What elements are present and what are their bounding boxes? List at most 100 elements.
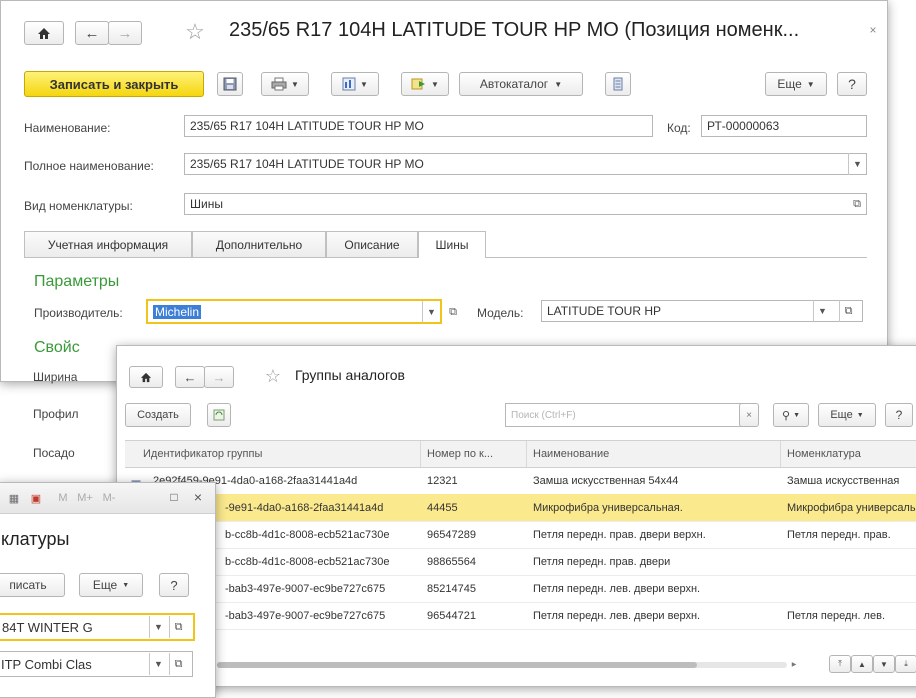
full-name-label: Полное наименование: bbox=[24, 159, 154, 173]
create-based-on-button[interactable]: ▼ bbox=[401, 72, 449, 96]
star-icon[interactable]: ☆ bbox=[263, 364, 283, 388]
help-button[interactable]: ? bbox=[885, 403, 913, 427]
maximize-icon[interactable]: □ bbox=[167, 490, 181, 504]
tab-tires[interactable]: Шины bbox=[418, 231, 486, 258]
print-button[interactable]: ▼ bbox=[261, 72, 309, 96]
chevron-down-icon: ▼ bbox=[806, 79, 815, 89]
params-title: Параметры bbox=[34, 273, 120, 290]
star-icon[interactable]: ☆ bbox=[183, 19, 207, 45]
producer-open-button[interactable]: ⧉ bbox=[444, 301, 462, 323]
calculator-icon[interactable]: ▦ bbox=[7, 491, 21, 505]
chevron-down-icon: ▼ bbox=[427, 307, 436, 317]
more-button[interactable]: Еще ▼ bbox=[818, 403, 876, 427]
table-row[interactable]: b-cc8b-4d1c-8008-ecb521ac730e 98865564 П… bbox=[125, 548, 916, 576]
search-button[interactable]: ⚲ ▼ bbox=[773, 403, 809, 427]
list-button[interactable] bbox=[605, 72, 631, 96]
scroll-right-icon[interactable]: ▶ bbox=[789, 658, 799, 670]
create-button[interactable]: Создать bbox=[125, 403, 191, 427]
forward-button[interactable]: → bbox=[204, 366, 234, 388]
chevron-down-icon: ▼ bbox=[122, 581, 130, 589]
cell-number: 12321 bbox=[427, 474, 458, 487]
scroll-first-button[interactable]: ⤒ bbox=[829, 655, 851, 673]
main-window: ← → ☆ 235/65 R17 104H LATITUDE TOUR HP M… bbox=[0, 0, 888, 382]
col-group-id[interactable]: Идентификатор группы bbox=[125, 441, 421, 467]
name-field[interactable]: 235/65 R17 104H LATITUDE TOUR HP MO bbox=[184, 115, 653, 137]
close-icon[interactable]: × bbox=[191, 489, 205, 505]
col-name[interactable]: Наименование bbox=[527, 441, 781, 467]
search-input[interactable]: Поиск (Ctrl+F) bbox=[505, 403, 751, 427]
kind-open-button[interactable]: ⧉ bbox=[848, 193, 866, 215]
tab-description[interactable]: Описание bbox=[326, 231, 418, 257]
col-nomenclature[interactable]: Номенклатура bbox=[781, 441, 916, 467]
tab-accounting[interactable]: Учетная информация bbox=[24, 231, 192, 257]
cell-nomenclature bbox=[781, 548, 916, 575]
cell-number: 96544721 bbox=[427, 609, 476, 622]
cell-group-id: -9e91-4da0-a168-2faa31441a4d bbox=[225, 501, 384, 514]
home-button[interactable] bbox=[24, 21, 64, 45]
full-name-field[interactable]: 235/65 R17 104H LATITUDE TOUR HP MO bbox=[184, 153, 867, 175]
model-open-button[interactable]: ⧉ bbox=[839, 300, 857, 322]
table-row[interactable]: -bab3-497e-9007-ec9be727c675 85214745 Пе… bbox=[125, 575, 916, 603]
help-button[interactable]: ? bbox=[837, 72, 867, 96]
memory-minus-button[interactable]: M- bbox=[98, 491, 120, 505]
memory-plus-button[interactable]: M+ bbox=[74, 491, 96, 505]
save-and-close-button[interactable]: Записать и закрыть bbox=[24, 71, 204, 97]
more-label: Еще bbox=[830, 409, 853, 421]
full-name-dropdown[interactable]: ▼ bbox=[848, 153, 866, 175]
reports-button[interactable]: ▼ bbox=[331, 72, 379, 96]
refresh-button[interactable] bbox=[207, 403, 231, 427]
more-label: Еще bbox=[777, 77, 802, 91]
open-icon: ⧉ bbox=[174, 657, 183, 670]
tab-additional[interactable]: Дополнительно bbox=[192, 231, 326, 257]
small-field-2-open[interactable]: ⧉ bbox=[169, 653, 187, 675]
memory-m-button[interactable]: M bbox=[56, 491, 70, 505]
chevron-down-icon: ▼ bbox=[554, 79, 563, 89]
code-field[interactable]: РТ-00000063 bbox=[701, 115, 867, 137]
scroll-up-button[interactable]: ▲ bbox=[851, 655, 873, 673]
home-icon bbox=[38, 27, 50, 39]
table-row[interactable]: b-cc8b-4d1c-8008-ecb521ac730e 96547289 П… bbox=[125, 521, 916, 549]
chevron-down-icon: ▼ bbox=[154, 659, 163, 669]
more-button[interactable]: Еще ▼ bbox=[765, 72, 827, 96]
back-button[interactable]: ← bbox=[75, 21, 109, 45]
calendar-icon[interactable]: ▣ bbox=[29, 491, 43, 505]
open-icon: ⧉ bbox=[174, 620, 183, 633]
scroll-down-button[interactable]: ▼ bbox=[873, 655, 895, 673]
forward-button[interactable]: → bbox=[108, 21, 142, 45]
more-button[interactable]: Еще ▼ bbox=[79, 573, 143, 597]
save-button[interactable]: писать bbox=[0, 573, 65, 597]
table-row-selected[interactable]: -9e91-4da0-a168-2faa31441a4d 44455 Микро… bbox=[125, 494, 916, 522]
arrow-left-icon: ← bbox=[183, 369, 197, 385]
kind-field[interactable]: Шины bbox=[184, 193, 867, 215]
cell-nomenclature: Петля передн. лев. bbox=[787, 609, 885, 622]
small-field-1-open[interactable]: ⧉ bbox=[169, 616, 187, 638]
horizontal-scrollbar[interactable] bbox=[217, 662, 787, 668]
small-field-2-dropdown[interactable]: ▼ bbox=[149, 653, 167, 675]
small-field-1-dropdown[interactable]: ▼ bbox=[149, 616, 167, 638]
printer-icon bbox=[271, 77, 287, 91]
scrollbar-thumb[interactable] bbox=[217, 662, 697, 668]
producer-dropdown[interactable]: ▼ bbox=[422, 301, 440, 323]
floppy-icon bbox=[223, 77, 237, 91]
list-icon bbox=[613, 77, 623, 91]
nomenclature-window: ▦ ▣ M M+ M- □ × клатуры писать Еще ▼ ? 8… bbox=[0, 482, 216, 698]
help-button[interactable]: ? bbox=[159, 573, 189, 597]
table-row[interactable]: -bab3-497e-9007-ec9be727c675 96544721 Пе… bbox=[125, 602, 916, 630]
producer-field[interactable]: Michelin bbox=[146, 299, 442, 324]
arrow-left-icon: ← bbox=[84, 24, 100, 42]
scroll-last-button[interactable]: ⤓ bbox=[895, 655, 916, 673]
table-row[interactable]: ▬ 2e92f459-9e91-4da0-a168-2faa31441a4d 1… bbox=[125, 467, 916, 495]
close-icon[interactable]: × bbox=[866, 23, 880, 37]
model-dropdown[interactable]: ▼ bbox=[813, 300, 831, 322]
back-button[interactable]: ← bbox=[175, 366, 205, 388]
home-button[interactable] bbox=[129, 366, 163, 388]
cell-number: 98865564 bbox=[427, 555, 476, 568]
model-label: Модель: bbox=[477, 306, 524, 320]
analogs-table: Идентификатор группы Номер по к... Наиме… bbox=[125, 440, 916, 651]
save-button[interactable] bbox=[217, 72, 243, 96]
clear-icon: × bbox=[746, 409, 752, 421]
autocatalog-button[interactable]: Автокаталог ▼ bbox=[459, 72, 583, 96]
col-number[interactable]: Номер по к... bbox=[421, 441, 527, 467]
clear-search-button[interactable]: × bbox=[739, 403, 759, 427]
code-label: Код: bbox=[667, 121, 691, 135]
